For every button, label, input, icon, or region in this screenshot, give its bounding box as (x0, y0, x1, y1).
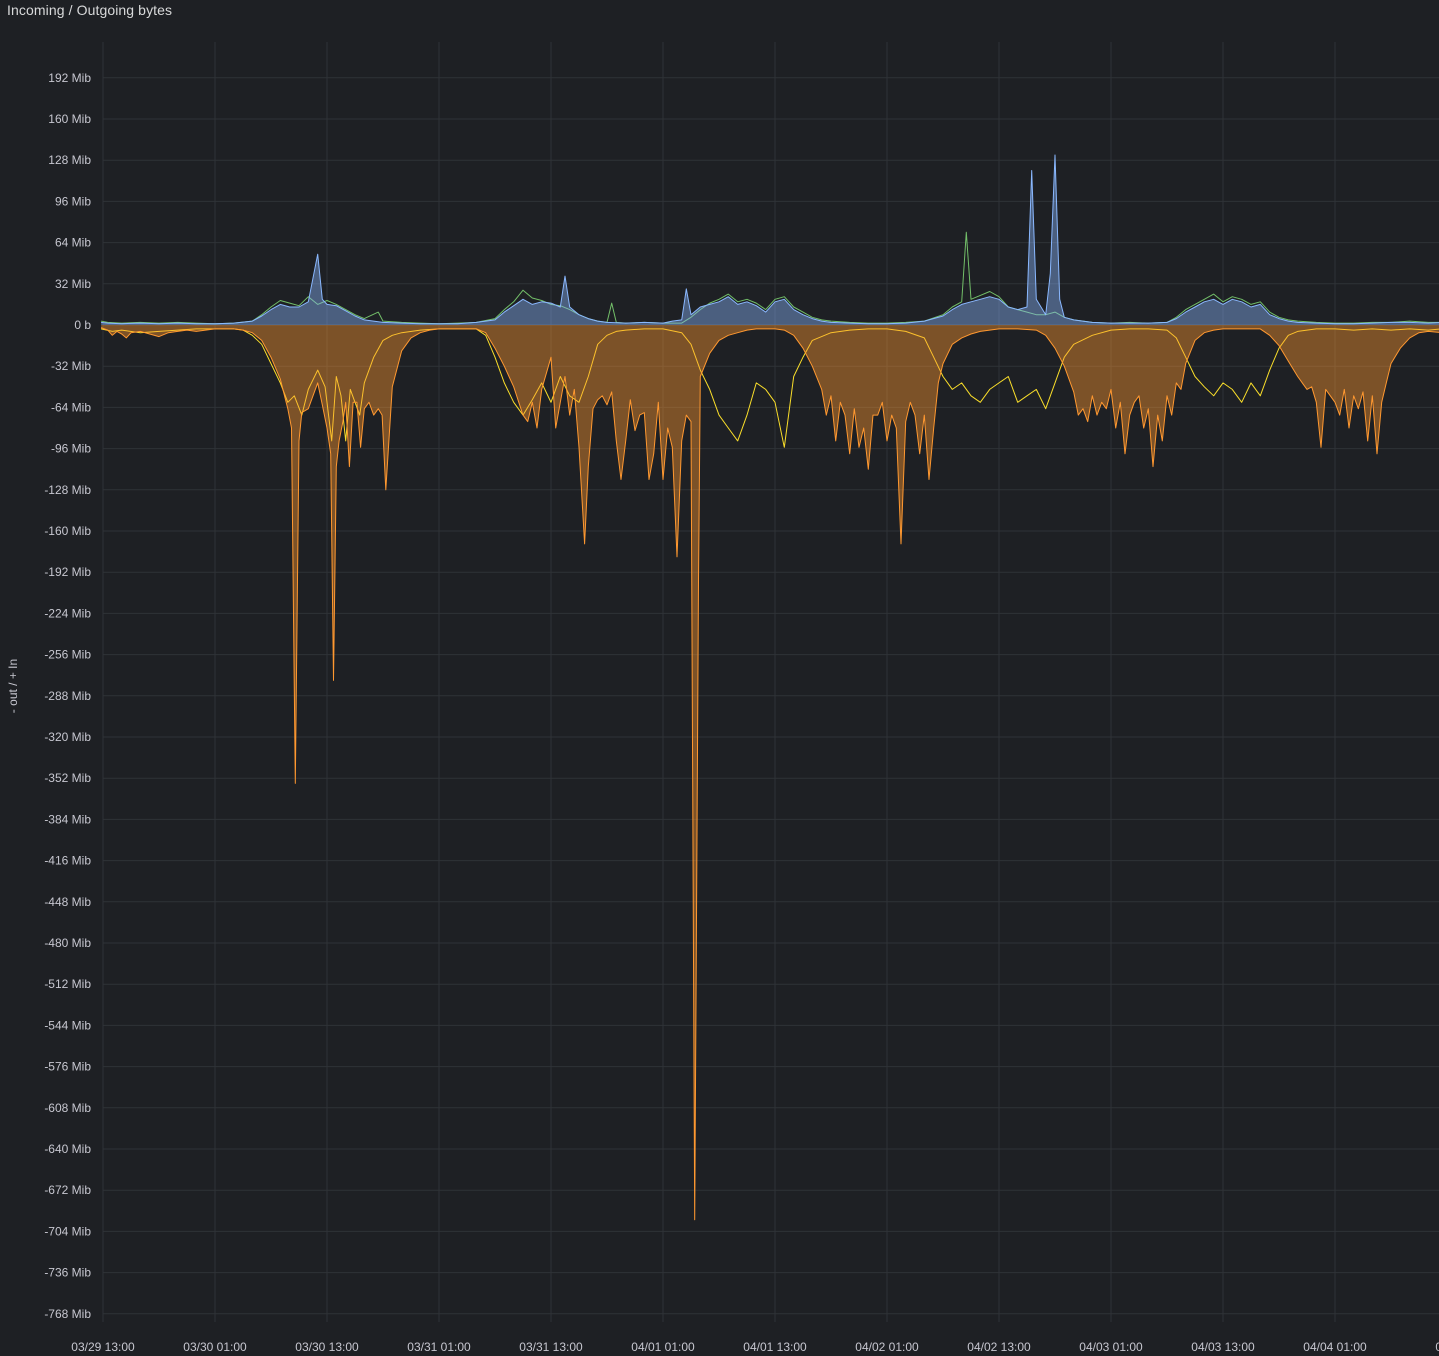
y-tick-label: -416 Mib (44, 854, 91, 868)
y-tick-label: -384 Mib (44, 812, 91, 826)
y-tick-label: -128 Mib (44, 483, 91, 497)
y-tick-label: -672 Mib (44, 1183, 91, 1197)
y-tick-label: 0 b (74, 318, 91, 332)
y-tick-label: -64 Mib (51, 400, 91, 414)
y-tick-label: -576 Mib (44, 1060, 91, 1074)
chart-canvas[interactable]: 192 Mib 160 Mib 128 Mib 96 Mib 64 Mib 32 Mib 0… (0, 0, 1439, 1356)
series-1-area (101, 155, 1439, 325)
x-tick-label: 04/02 01:00 (855, 1340, 919, 1354)
y-tick-label: -256 Mib (44, 648, 91, 662)
x-tick-label: 03/31 13:00 (519, 1340, 583, 1354)
x-tick-label: 04/03 01:00 (1079, 1340, 1143, 1354)
x-axis-ticks: 03/29 13:00 03/30 01:00 03/30 13:00 03/31 0… (71, 1340, 1439, 1354)
y-tick-label: 192 Mib (48, 71, 91, 85)
x-tick-label: 04/04 01:00 (1303, 1340, 1367, 1354)
y-tick-label: -288 Mib (44, 689, 91, 703)
y-tick-label: -736 Mib (44, 1266, 91, 1280)
y-tick-label: -544 Mib (44, 1018, 91, 1032)
y-tick-label: 160 Mib (48, 112, 91, 126)
x-tick-label: 04/0 (1435, 1340, 1439, 1354)
x-tick-label: 03/30 13:00 (295, 1340, 359, 1354)
y-tick-label: -96 Mib (51, 442, 91, 456)
y-tick-label: -352 Mib (44, 771, 91, 785)
x-tick-label: 04/03 13:00 (1191, 1340, 1255, 1354)
y-tick-label: -512 Mib (44, 977, 91, 991)
y-tick-label: -768 Mib (44, 1307, 91, 1321)
y-tick-label: 32 Mib (55, 277, 91, 291)
grid-layer (102, 42, 1439, 1322)
y-tick-label: -608 Mib (44, 1101, 91, 1115)
series-layer (100, 154, 1439, 1221)
series-3-line[interactable] (100, 327, 1439, 1221)
y-tick-label: -224 Mib (44, 606, 91, 620)
y-tick-label: -32 Mib (51, 359, 91, 373)
x-tick-label: 03/29 13:00 (71, 1340, 135, 1354)
y-tick-label: -704 Mib (44, 1224, 91, 1238)
x-tick-label: 03/30 01:00 (183, 1340, 247, 1354)
y-tick-label: 96 Mib (55, 194, 91, 208)
y-axis-ticks: 192 Mib 160 Mib 128 Mib 96 Mib 64 Mib 32 Mib 0… (44, 71, 91, 1321)
x-tick-label: 04/02 13:00 (967, 1340, 1031, 1354)
x-tick-label: 04/01 13:00 (743, 1340, 807, 1354)
x-tick-label: 03/31 01:00 (407, 1340, 471, 1354)
y-tick-label: -192 Mib (44, 565, 91, 579)
y-tick-label: -320 Mib (44, 730, 91, 744)
x-tick-label: 04/01 01:00 (631, 1340, 695, 1354)
y-tick-label: -480 Mib (44, 936, 91, 950)
series-3-area (101, 325, 1439, 1220)
y-tick-label: -640 Mib (44, 1142, 91, 1156)
y-tick-label: 128 Mib (48, 153, 91, 167)
y-tick-label: -160 Mib (44, 524, 91, 538)
y-tick-label: 64 Mib (55, 236, 91, 250)
y-tick-label: -448 Mib (44, 895, 91, 909)
